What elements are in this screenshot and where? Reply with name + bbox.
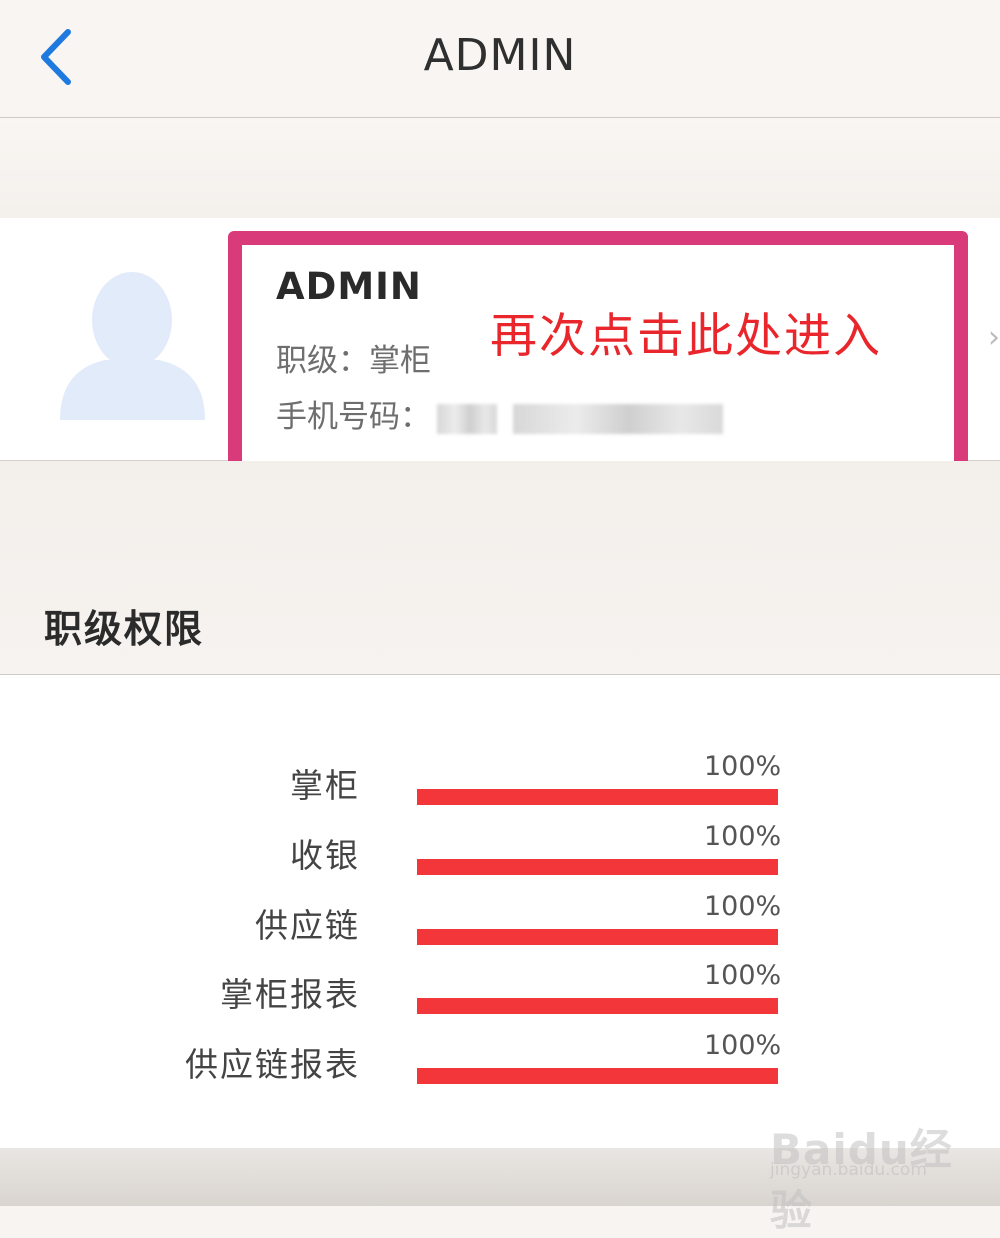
avatar	[55, 260, 210, 425]
level-label: 职级：	[276, 343, 369, 379]
permission-label: 掌柜	[290, 766, 360, 805]
permission-percent: 100%	[704, 960, 782, 991]
permission-percent: 100%	[704, 891, 782, 922]
permission-percent: 100%	[704, 751, 782, 782]
permission-row: 收银 100%	[0, 821, 1000, 885]
permission-label: 收银	[290, 836, 360, 875]
profile-card[interactable]: ADMIN 职级：掌柜 手机号码： 再次点击此处进入 ›	[0, 218, 1000, 483]
user-silhouette-icon	[60, 272, 205, 420]
permission-bar	[417, 1068, 778, 1084]
watermark: Baidu经验 jingyan.baidu.com	[770, 1098, 980, 1235]
highlight-frame[interactable]: ADMIN 职级：掌柜 手机号码： 再次点击此处进入	[228, 231, 968, 483]
section-header: 职级权限	[0, 461, 1000, 675]
permission-row: 掌柜报表 100%	[0, 960, 1000, 1024]
level-value: 掌柜	[369, 343, 431, 379]
permission-bar-fill	[417, 998, 778, 1014]
permission-bar	[417, 929, 778, 945]
page-title: ADMIN	[423, 30, 577, 81]
permission-label: 供应链	[255, 906, 360, 945]
phone-blur-1	[437, 403, 497, 434]
level-row: 职级：掌柜	[276, 335, 431, 380]
watermark-url: jingyan.baidu.com	[770, 1160, 927, 1180]
permission-row: 掌柜 100%	[0, 751, 1000, 815]
phone-label: 手机号码：	[276, 399, 431, 435]
permission-bar-fill	[417, 1068, 778, 1084]
permission-bar-fill	[417, 789, 778, 805]
permission-row: 供应链 100%	[0, 891, 1000, 955]
permission-bar-fill	[417, 859, 778, 875]
permissions-list: 掌柜 100% 收银 100% 供应链 100% 掌柜报表 100% 供应链报表…	[0, 675, 1000, 1148]
permission-bar	[417, 789, 778, 805]
permission-bar	[417, 859, 778, 875]
header-band	[0, 118, 1000, 218]
phone-row: 手机号码：	[276, 391, 723, 436]
permission-label: 掌柜报表	[220, 975, 360, 1014]
permission-bar-fill	[417, 929, 778, 945]
chevron-right-icon: ›	[988, 320, 1000, 355]
permission-percent: 100%	[704, 821, 782, 852]
phone-blur-2	[513, 403, 723, 434]
nav-bar: ADMIN	[0, 0, 1000, 118]
permission-percent: 100%	[704, 1030, 782, 1061]
permission-row: 供应链报表 100%	[0, 1030, 1000, 1094]
permission-label: 供应链报表	[185, 1045, 360, 1084]
annotation-text: 再次点击此处进入	[490, 309, 882, 364]
section-title: 职级权限	[44, 607, 205, 651]
permission-bar	[417, 998, 778, 1014]
user-name: ADMIN	[276, 265, 422, 308]
